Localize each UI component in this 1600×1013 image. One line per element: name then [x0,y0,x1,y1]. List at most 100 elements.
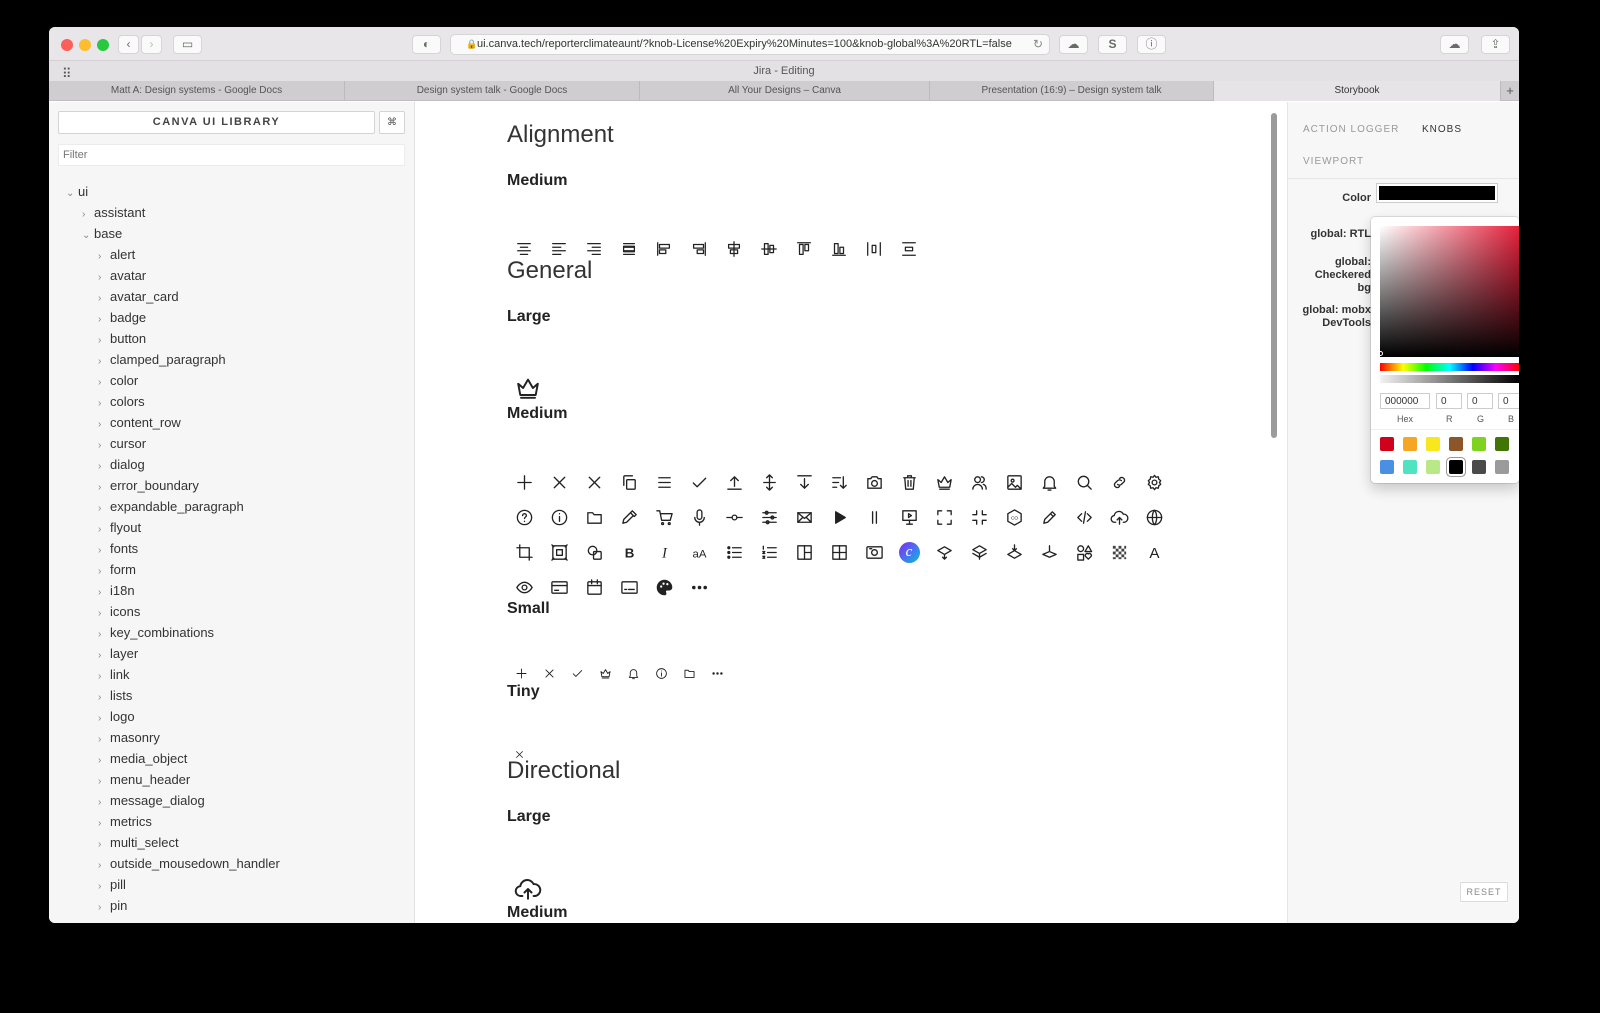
tree-item-assistant[interactable]: › assistant [82,202,145,223]
tree-item-masonry[interactable]: › masonry [98,727,160,748]
tree-item-avatar-card[interactable]: › avatar_card [98,286,179,307]
green-input[interactable] [1467,393,1493,409]
browser-toolbar: ‹ › ▭ ◐ 🔒 ui.canva.tech/reporterclimatea… [49,27,1519,61]
tab-viewport[interactable]: VIEWPORT [1303,156,1364,167]
new-tab-button[interactable]: + [1501,81,1519,101]
color-swatch[interactable] [1449,460,1463,474]
tree-item-layer[interactable]: › layer [98,643,138,664]
hex-input[interactable] [1380,393,1430,409]
tree-item-media-object[interactable]: › media_object [98,748,187,769]
tree-item-message-dialog[interactable]: › message_dialog [98,790,205,811]
tree-item-cursor[interactable]: › cursor [98,433,146,454]
keyboard-shortcuts-button[interactable]: ⌘ [379,111,405,134]
tree-item-alert[interactable]: › alert [98,244,135,265]
commit-icon [719,502,749,532]
sidebar-toggle-icon[interactable]: ▭ [173,35,202,54]
tree-item-dialog[interactable]: › dialog [98,454,145,475]
color-swatch[interactable] [1495,460,1509,474]
chevron-right-icon: › [98,566,102,577]
tree-item-content-row[interactable]: › content_row [98,412,181,433]
tree-item-ui[interactable]: ⌄ ui [66,181,88,202]
tree-item-pin[interactable]: › pin [98,895,127,916]
tree-item-multi-select[interactable]: › multi_select [98,832,179,853]
chevron-right-icon: › [98,545,102,556]
tree-item-color[interactable]: › color [98,370,138,391]
plus-icon [509,467,539,497]
color-swatch[interactable] [1495,437,1509,451]
red-input[interactable] [1436,393,1462,409]
tree-item-outside-mousedown-handler[interactable]: › outside_mousedown_handler [98,853,280,874]
minimize-window-button[interactable] [79,39,91,51]
code-icon [1069,502,1099,532]
tab-storybook[interactable]: Storybook [1214,81,1501,101]
address-bar[interactable]: 🔒 ui.canva.tech/reporterclimateaunt/?kno… [450,34,1050,55]
color-swatch[interactable] [1403,437,1417,451]
tab-design-talk-doc[interactable]: Design system talk - Google Docs [345,81,640,101]
distribute-vertical-icon [894,234,924,264]
reload-icon[interactable]: ↻ [1028,35,1043,54]
tree-item-clamped-paragraph[interactable]: › clamped_paragraph [98,349,226,370]
zoom-window-button[interactable] [97,39,109,51]
tree-item-form[interactable]: › form [98,559,136,580]
tree-item-logo[interactable]: › logo [98,706,135,727]
color-swatch[interactable] [1449,437,1463,451]
tree-item-error-boundary[interactable]: › error_boundary [98,475,199,496]
tree-item-pill[interactable]: › pill [98,874,126,895]
tree-item-label: expandable_paragraph [110,499,244,514]
tree-item-avatar[interactable]: › avatar [98,265,146,286]
tree-item-link[interactable]: › link [98,664,130,685]
tab-knobs[interactable]: KNOBS [1422,124,1462,135]
tree-item-flyout[interactable]: › flyout [98,517,141,538]
tree-item-fonts[interactable]: › fonts [98,538,138,559]
share-icon[interactable]: ⇪ [1481,35,1510,54]
chevron-right-icon: › [98,398,102,409]
color-swatch[interactable] [1472,460,1486,474]
tab-action-logger[interactable]: ACTION LOGGER [1303,124,1399,135]
tree-item-label: logo [110,709,135,724]
tree-item-expandable-paragraph[interactable]: › expandable_paragraph [98,496,244,517]
tree-item-icons[interactable]: › icons [98,601,140,622]
color-swatch[interactable] [1403,460,1417,474]
tree-item-metrics[interactable]: › metrics [98,811,152,832]
tree-item-badge[interactable]: › badge [98,307,146,328]
library-title-button[interactable]: CANVA UI LIBRARY [58,111,375,134]
color-swatch[interactable] [1472,437,1486,451]
back-icon[interactable]: ‹ [118,35,139,54]
picker-divider [1371,429,1519,430]
tree-item-i18n[interactable]: › i18n [98,580,135,601]
tree-item-menu-header[interactable]: › menu_header [98,769,190,790]
align-justify-icon [614,234,644,264]
close-window-button[interactable] [61,39,73,51]
chevron-right-icon: › [98,902,102,913]
tab-design-systems-doc[interactable]: Matt A: Design systems - Google Docs [49,81,345,101]
hue-slider[interactable] [1380,363,1519,371]
reset-button[interactable]: RESET [1460,882,1508,902]
color-swatch[interactable] [1380,437,1394,451]
tree-item-lists[interactable]: › lists [98,685,132,706]
icloud-tabs-icon[interactable]: ☁ [1440,35,1469,54]
tab-presentation[interactable]: Presentation (16:9) – Design system talk [930,81,1214,101]
canvas-scrollbar[interactable] [1271,113,1277,438]
s-extension-button[interactable]: S [1098,35,1127,54]
color-swatch[interactable] [1426,437,1440,451]
tree-item-base[interactable]: ⌄ base [82,223,122,244]
color-swatch[interactable] [1426,460,1440,474]
blue-input[interactable] [1498,393,1519,409]
saturation-handle[interactable] [1378,351,1383,356]
chevron-right-icon: › [98,461,102,472]
tree-item-button[interactable]: › button [98,328,146,349]
forward-icon[interactable]: › [141,35,162,54]
filter-input[interactable] [58,144,405,166]
tree-item-key-combinations[interactable]: › key_combinations [98,622,214,643]
layout-icon [789,537,819,567]
chevron-right-icon: › [98,797,102,808]
tree-item-colors[interactable]: › colors [98,391,145,412]
color-knob-swatch[interactable] [1377,184,1497,202]
tab-canva-designs[interactable]: All Your Designs – Canva [640,81,930,101]
alpha-slider[interactable] [1380,375,1519,383]
saturation-area[interactable] [1380,226,1519,357]
info-extension-icon[interactable]: ⓘ [1137,35,1166,54]
cloud-extension-icon[interactable]: ☁ [1059,35,1088,54]
color-swatch[interactable] [1380,460,1394,474]
reader-icon[interactable]: ◐ [412,35,441,54]
